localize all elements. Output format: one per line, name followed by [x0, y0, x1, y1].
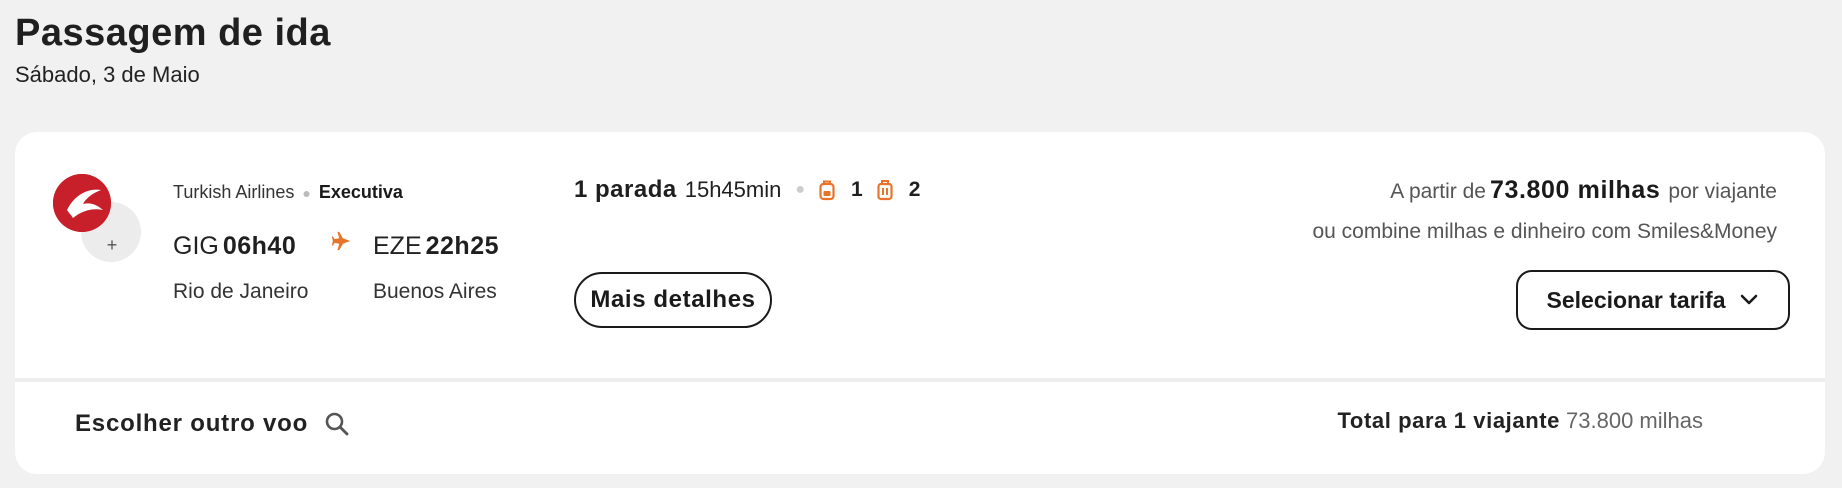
- select-fare-label: Selecionar tarifa: [1546, 286, 1726, 313]
- arrival-city: Buenos Aires: [373, 280, 497, 303]
- more-details-button[interactable]: Mais detalhes: [574, 272, 772, 328]
- carry-on-count: 1: [851, 178, 863, 201]
- choose-other-flight-label: Escolher outro voo: [75, 410, 309, 437]
- carry-on-bag: 1: [819, 178, 863, 202]
- suitcase-icon: [877, 179, 901, 201]
- checked-bag: 2: [877, 178, 921, 202]
- search-icon[interactable]: [324, 411, 350, 437]
- separator-dot: ●: [795, 181, 806, 198]
- choose-other-flight[interactable]: Escolher outro voo: [75, 410, 350, 438]
- departure-city: Rio de Janeiro: [173, 280, 309, 303]
- smiles-money-note: ou combine milhas e dinheiro com Smiles&…: [1312, 220, 1777, 243]
- flight-date: Sábado, 3 de Maio: [15, 62, 200, 87]
- price-miles: 73.800 milhas: [1490, 176, 1661, 204]
- page-title: Passagem de ida: [15, 12, 331, 54]
- price-prefix: A partir de: [1390, 180, 1486, 203]
- cabin-class: Executiva: [318, 182, 403, 202]
- flight-duration: 15h45min: [684, 177, 782, 202]
- price-suffix: por viajante: [1668, 180, 1777, 203]
- flight-summary: + Turkish Airlines ● Executiva GIG 06h40 …: [15, 132, 1825, 378]
- departure-time-block: GIG 06h40: [173, 232, 296, 261]
- airline-name: Turkish Airlines: [173, 182, 295, 202]
- arrival-time-block: EZE 22h25: [373, 232, 499, 261]
- flight-card: + Turkish Airlines ● Executiva GIG 06h40 …: [15, 132, 1825, 474]
- stop-count: 1 parada: [574, 176, 677, 203]
- plane-icon: [331, 230, 353, 259]
- card-footer: Escolher outro voo Total para 1 viajante…: [15, 382, 1825, 474]
- turkish-airlines-logo: [53, 174, 111, 232]
- flight-stops-info: 1 parada 15h45min ● 1 2: [574, 176, 934, 204]
- backpack-icon: [819, 179, 843, 201]
- select-fare-button[interactable]: Selecionar tarifa: [1516, 270, 1790, 330]
- airline-info: Turkish Airlines ● Executiva: [173, 182, 403, 203]
- checked-bag-count: 2: [908, 178, 921, 201]
- price-info: A partir de 73.800 milhas por viajante: [1390, 176, 1777, 205]
- page-heading: Passagem de ida Sábado, 3 de Maio: [15, 10, 331, 88]
- arrival-code: EZE: [373, 232, 422, 260]
- total-value: 73.800 milhas: [1566, 408, 1703, 433]
- departure-time: 06h40: [222, 232, 297, 260]
- separator-dot: ●: [302, 185, 311, 201]
- airline-logos: +: [53, 174, 143, 264]
- arrival-time: 22h25: [425, 232, 500, 260]
- departure-code: GIG: [173, 232, 219, 260]
- total-price: Total para 1 viajante 73.800 milhas: [1338, 408, 1703, 434]
- chevron-down-icon: [1739, 294, 1759, 306]
- total-label: Total para 1 viajante: [1337, 408, 1561, 433]
